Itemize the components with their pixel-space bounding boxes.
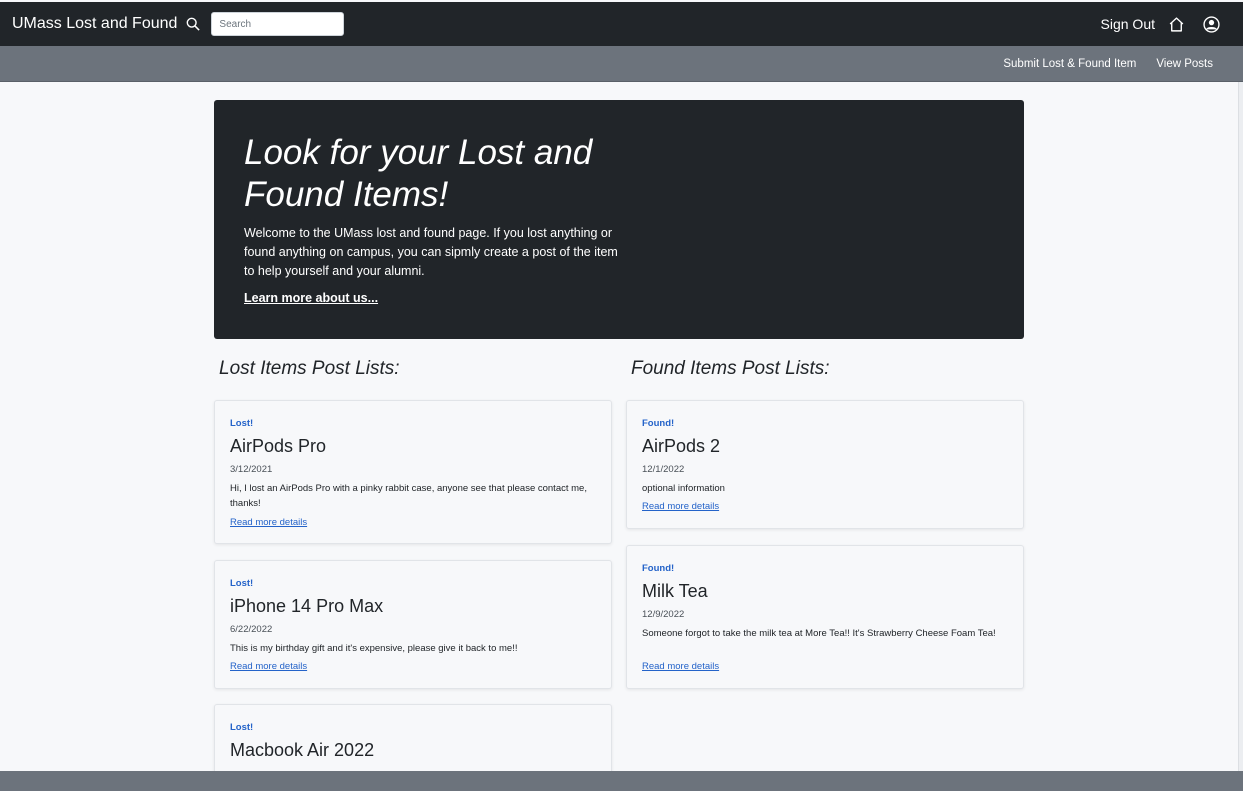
item-date: 12/1/2022 xyxy=(642,464,685,475)
item-title: AirPods Pro xyxy=(230,436,327,456)
status-label: Lost! xyxy=(230,578,254,589)
user-circle-icon[interactable] xyxy=(1203,15,1221,33)
item-date: 6/22/2022 xyxy=(230,624,273,635)
item-date: 3/12/2021 xyxy=(230,464,273,475)
read-more-link[interactable]: Read more details xyxy=(642,661,719,672)
read-more-link[interactable]: Read more details xyxy=(230,661,307,672)
status-label: Found! xyxy=(642,563,675,574)
learn-more-link[interactable]: Learn more about us... xyxy=(244,291,378,305)
found-items-heading: Found Items Post Lists: xyxy=(631,358,830,379)
search-icon[interactable] xyxy=(186,16,202,32)
item-description: This is my birthday gift and it's expens… xyxy=(230,643,518,654)
item-description: optional information xyxy=(642,483,725,494)
item-description: Someone forgot to take the milk tea at M… xyxy=(642,628,996,639)
hero-banner: Look for your Lost and Found Items! Welc… xyxy=(214,100,1024,339)
item-title: iPhone 14 Pro Max xyxy=(230,596,384,616)
item-title: AirPods 2 xyxy=(642,436,721,456)
app-title[interactable]: UMass Lost and Found xyxy=(12,15,177,33)
status-label: Lost! xyxy=(230,418,254,429)
status-label: Lost! xyxy=(230,722,254,733)
item-title: Milk Tea xyxy=(642,581,708,601)
home-icon[interactable] xyxy=(1168,15,1186,33)
hero-title: Look for your Lost and Found Items! xyxy=(244,133,593,214)
found-item-card[interactable]: Found! AirPods 2 12/1/2022 optional info… xyxy=(626,400,1024,529)
read-more-link[interactable]: Read more details xyxy=(230,517,307,528)
hero-description: Welcome to the UMass lost and found page… xyxy=(244,226,618,278)
found-item-card[interactable]: Found! Milk Tea 12/9/2022 Someone forgot… xyxy=(626,545,1024,689)
scrollbar[interactable] xyxy=(1238,82,1243,772)
top-navbar: UMass Lost and Found Sign Out xyxy=(0,2,1243,46)
view-posts-link[interactable]: View Posts xyxy=(1156,58,1213,70)
page-footer xyxy=(0,771,1243,791)
lost-item-card[interactable]: Lost! iPhone 14 Pro Max 6/22/2022 This i… xyxy=(214,560,612,689)
account-nav: Sign Out xyxy=(1101,15,1221,33)
search-input[interactable] xyxy=(211,12,345,36)
secondary-navbar: Submit Lost & Found Item View Posts xyxy=(0,46,1243,82)
lost-items-heading: Lost Items Post Lists: xyxy=(219,358,400,379)
submit-item-link[interactable]: Submit Lost & Found Item xyxy=(1003,58,1136,70)
lost-item-card[interactable]: Lost! AirPods Pro 3/12/2021 Hi, I lost a… xyxy=(214,400,612,544)
item-description: Hi, I lost an AirPods Pro with a pinky r… xyxy=(230,483,587,509)
item-title: Macbook Air 2022 xyxy=(230,740,375,760)
item-date: 12/9/2022 xyxy=(642,609,685,620)
sign-out-link[interactable]: Sign Out xyxy=(1101,16,1155,32)
status-label: Found! xyxy=(642,418,675,429)
read-more-link[interactable]: Read more details xyxy=(642,501,719,512)
